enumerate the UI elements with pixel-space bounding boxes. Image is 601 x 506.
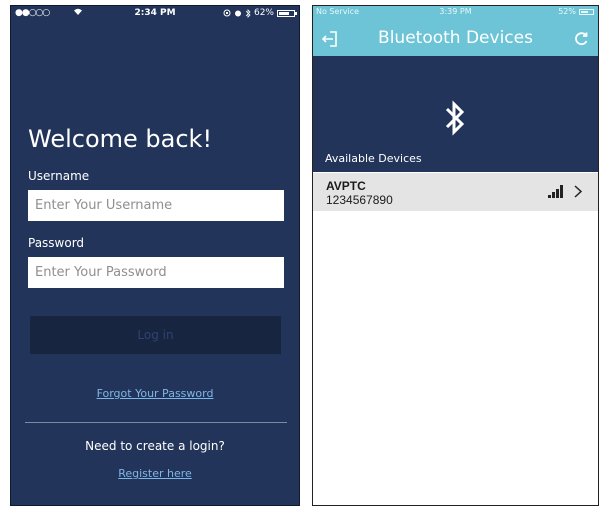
username-label: Username xyxy=(28,169,90,183)
device-list-item[interactable]: AVPTC 1234567890 xyxy=(313,173,598,211)
device-name: AVPTC xyxy=(326,179,366,193)
battery-icon xyxy=(579,8,594,15)
status-right-group: 62% xyxy=(223,8,297,18)
available-devices-label: Available Devices xyxy=(325,152,422,165)
status-bar: No Service 3:39 PM 52% xyxy=(313,6,598,20)
login-screen: ●●○○○ 2:34 PM 62% Welcome back! Username… xyxy=(10,5,300,506)
device-id: 1234567890 xyxy=(326,193,393,207)
status-time: 3:39 PM xyxy=(439,7,472,16)
battery-fill xyxy=(581,10,588,13)
password-label: Password xyxy=(28,236,85,250)
password-input[interactable] xyxy=(28,257,284,288)
refresh-icon[interactable] xyxy=(574,31,589,46)
login-button[interactable]: Log in xyxy=(30,316,281,354)
bluetooth-panel: Available Devices xyxy=(313,56,598,172)
page-title: Bluetooth Devices xyxy=(378,28,533,48)
battery-fill xyxy=(279,11,289,15)
battery-icon xyxy=(277,9,297,17)
status-right-group: 52% xyxy=(558,7,594,16)
bluetooth-status-icon xyxy=(245,8,251,18)
register-link[interactable]: Register here xyxy=(11,467,299,480)
forgot-password-link[interactable]: Forgot Your Password xyxy=(11,387,299,400)
divider xyxy=(25,422,287,423)
signal-bars-icon xyxy=(548,185,564,198)
bluetooth-devices-screen: No Service 3:39 PM 52% Bluetooth Devices xyxy=(312,5,599,506)
battery-percent: 62% xyxy=(253,8,274,18)
bluetooth-icon xyxy=(442,99,468,137)
battery-percent: 52% xyxy=(558,7,576,16)
status-bar: ●●○○○ 2:34 PM 62% xyxy=(11,6,299,22)
welcome-title: Welcome back! xyxy=(28,125,213,153)
need-login-text: Need to create a login? xyxy=(85,439,225,453)
alarm-icon xyxy=(234,10,241,17)
chevron-right-icon xyxy=(573,184,583,199)
header-bar: No Service 3:39 PM 52% Bluetooth Devices xyxy=(313,6,598,56)
username-input[interactable] xyxy=(28,190,284,221)
orientation-lock-icon xyxy=(223,9,231,17)
